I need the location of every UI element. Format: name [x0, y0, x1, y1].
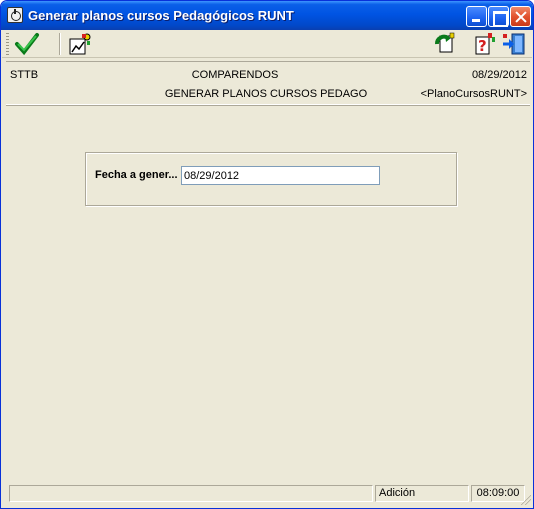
header-date: 08/29/2012 — [471, 69, 527, 81]
toolbar-separator — [59, 33, 61, 55]
window-title: Generar planos cursos Pedagógicos RUNT — [28, 8, 294, 23]
resize-grip[interactable] — [521, 495, 531, 505]
accept-check-icon[interactable] — [14, 31, 40, 57]
status-time: 08:09:00 — [471, 485, 525, 502]
header-module: COMPARENDOS — [191, 69, 279, 81]
toolbar-grip[interactable] — [6, 33, 9, 55]
header-program: <PlanoCursosRUNT> — [420, 88, 527, 100]
minimize-button[interactable] — [466, 6, 487, 27]
status-mode: Adición — [375, 485, 469, 502]
refresh-icon[interactable] — [432, 31, 458, 57]
help-icon[interactable]: ? — [472, 31, 498, 57]
fecha-label: Fecha a gener... — [95, 169, 178, 181]
maximize-button[interactable] — [488, 6, 509, 27]
chart-icon[interactable] — [67, 31, 93, 57]
form-group: Fecha a gener... — [85, 152, 457, 206]
toolbar: ? — [2, 30, 532, 58]
header-info: STTB COMPARENDOS 08/29/2012 GENERAR PLAN… — [6, 61, 530, 105]
title-bar[interactable]: Generar planos cursos Pedagógicos RUNT — [1, 1, 533, 30]
exit-door-icon[interactable] — [501, 31, 527, 57]
close-button[interactable] — [510, 6, 531, 27]
svg-text:?: ? — [478, 37, 487, 55]
status-bar: Adición 08:09:00 — [2, 481, 532, 507]
clock-app-icon[interactable] — [7, 7, 23, 23]
status-message — [9, 485, 373, 502]
fecha-input[interactable] — [181, 166, 380, 185]
app-window: Generar planos cursos Pedagógicos RUNT ?… — [0, 0, 534, 509]
